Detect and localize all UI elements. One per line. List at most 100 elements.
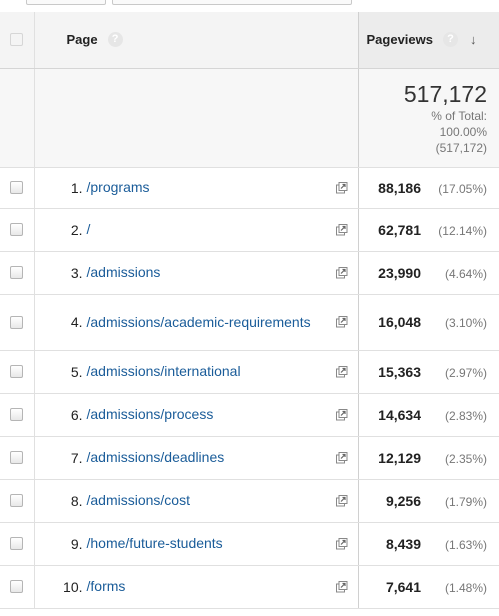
external-link-icon[interactable] bbox=[335, 223, 348, 236]
row-checkbox[interactable] bbox=[10, 365, 24, 378]
page-cell: 5./admissions/international bbox=[34, 350, 358, 394]
row-checkbox[interactable] bbox=[10, 580, 24, 593]
pageviews-percent: (1.48%) bbox=[444, 580, 487, 595]
pages-report-table: Page ? Pageviews ? ↓ 517,172 % of Total:… bbox=[0, 12, 499, 609]
pageviews-percent: (3.10%) bbox=[444, 316, 487, 330]
row-checkbox-cell bbox=[0, 350, 35, 394]
pageviews-percent: (2.97%) bbox=[444, 365, 487, 380]
row-rank: 3. bbox=[70, 264, 83, 281]
row-checkbox-cell bbox=[0, 522, 35, 566]
external-link-icon[interactable] bbox=[335, 537, 348, 550]
row-checkbox[interactable] bbox=[10, 408, 24, 421]
row-rank: 8. bbox=[70, 492, 83, 509]
page-path-link[interactable]: /admissions/cost bbox=[87, 492, 328, 509]
page-path-link[interactable]: /admissions/process bbox=[87, 406, 328, 423]
row-checkbox[interactable] bbox=[10, 315, 24, 329]
sort-descending-icon[interactable]: ↓ bbox=[470, 32, 477, 47]
page-path-link[interactable]: /home/future-students bbox=[87, 535, 328, 552]
row-checkbox-cell bbox=[0, 393, 35, 437]
totals-page-cell bbox=[34, 68, 358, 168]
pageviews-value: 15,363 bbox=[378, 363, 421, 380]
page-cell: 1./programs bbox=[34, 167, 358, 209]
table-row: 9./home/future-students 8,439 (1.63%) bbox=[0, 522, 499, 566]
pageviews-value: 9,256 bbox=[385, 492, 421, 509]
page-cell: 3./admissions bbox=[34, 251, 358, 295]
row-rank: 1. bbox=[70, 179, 83, 196]
row-rank: 9. bbox=[70, 535, 83, 552]
pageviews-percent: (2.35%) bbox=[444, 451, 487, 466]
external-link-icon[interactable] bbox=[335, 181, 348, 194]
page-path-link[interactable]: / bbox=[87, 221, 328, 238]
select-all-checkbox[interactable] bbox=[10, 33, 24, 47]
external-link-icon[interactable] bbox=[335, 365, 348, 378]
row-checkbox[interactable] bbox=[10, 181, 24, 194]
row-checkbox-cell bbox=[0, 208, 35, 252]
totals-row: 517,172 % of Total: 100.00% (517,172) bbox=[0, 68, 499, 168]
pageviews-percent: (12.14%) bbox=[438, 223, 487, 238]
row-checkbox-cell bbox=[0, 479, 35, 523]
external-link-icon[interactable] bbox=[335, 408, 348, 421]
table-row: 1./programs 88,186 (17.05%) bbox=[0, 167, 499, 209]
row-checkbox[interactable] bbox=[10, 494, 24, 507]
page-path-link[interactable]: /admissions/deadlines bbox=[87, 449, 328, 466]
table-row: 7./admissions/deadlines 12,129 (2.35%) bbox=[0, 436, 499, 480]
pageviews-value: 88,186 bbox=[378, 179, 421, 196]
page-cell: 10./forms bbox=[34, 565, 358, 609]
pageviews-percent: (17.05%) bbox=[438, 181, 487, 196]
pageviews-value: 12,129 bbox=[378, 449, 421, 466]
external-link-icon[interactable] bbox=[335, 494, 348, 507]
row-rank: 2. bbox=[70, 221, 83, 238]
pageviews-cell: 7,641 (1.48%) bbox=[357, 565, 499, 609]
row-checkbox-cell bbox=[0, 565, 35, 609]
totals-checkbox-cell bbox=[0, 68, 35, 168]
pageviews-cell: 9,256 (1.79%) bbox=[357, 479, 499, 523]
table-row: 4./admissions/academic-requirements 16,04… bbox=[0, 294, 499, 351]
row-checkbox[interactable] bbox=[10, 537, 24, 550]
percent-of-total-label: % of Total: bbox=[431, 108, 487, 123]
pageviews-value: 7,641 bbox=[385, 578, 421, 595]
pageviews-cell: 16,048 (3.10%) bbox=[357, 294, 499, 351]
pageviews-percent: (1.63%) bbox=[444, 537, 487, 552]
table-row: 5./admissions/international 15,363 (2.97%) bbox=[0, 350, 499, 394]
pageviews-cell: 62,781 (12.14%) bbox=[357, 208, 499, 252]
toolbar-button[interactable] bbox=[26, 0, 106, 5]
pageviews-value: 23,990 bbox=[378, 264, 421, 281]
external-link-icon[interactable] bbox=[335, 266, 348, 279]
page-path-link[interactable]: /programs bbox=[87, 179, 328, 196]
toolbar-strip bbox=[0, 0, 499, 6]
percent-of-total-count: (517,172) bbox=[435, 140, 487, 155]
help-icon[interactable]: ? bbox=[443, 32, 458, 48]
pageviews-cell: 88,186 (17.05%) bbox=[357, 167, 499, 209]
page-column-header[interactable]: Page ? bbox=[34, 12, 358, 69]
table-row: 10./forms 7,641 (1.48%) bbox=[0, 565, 499, 609]
table-row: 2./ 62,781 (12.14%) bbox=[0, 208, 499, 252]
row-checkbox[interactable] bbox=[10, 266, 24, 279]
row-checkbox[interactable] bbox=[10, 451, 24, 464]
external-link-icon[interactable] bbox=[335, 316, 348, 329]
external-link-icon[interactable] bbox=[335, 451, 348, 464]
page-path-link[interactable]: /admissions/international bbox=[87, 363, 328, 380]
pageviews-percent: (1.79%) bbox=[444, 494, 487, 509]
table-row: 6./admissions/process 14,634 (2.83%) bbox=[0, 393, 499, 437]
help-icon[interactable]: ? bbox=[107, 32, 123, 48]
external-link-icon[interactable] bbox=[335, 580, 348, 593]
page-cell: 4./admissions/academic-requirements bbox=[34, 294, 358, 351]
page-path-link[interactable]: /admissions bbox=[87, 264, 328, 281]
pageviews-cell: 14,634 (2.83%) bbox=[357, 393, 499, 437]
table-row: 3./admissions 23,990 (4.64%) bbox=[0, 251, 499, 295]
row-checkbox-cell bbox=[0, 167, 35, 209]
table-header-row: Page ? Pageviews ? ↓ bbox=[0, 12, 499, 69]
toolbar-dropdown[interactable] bbox=[112, 0, 352, 5]
pageviews-value: 8,439 bbox=[385, 535, 421, 552]
pageviews-column-label: Pageviews bbox=[366, 32, 434, 48]
page-cell: 7./admissions/deadlines bbox=[34, 436, 358, 480]
row-rank: 6. bbox=[70, 406, 83, 423]
pageviews-column-header[interactable]: Pageviews ? ↓ bbox=[357, 12, 499, 69]
page-path-link[interactable]: /forms bbox=[87, 578, 328, 595]
row-checkbox[interactable] bbox=[10, 223, 24, 236]
page-path-link[interactable]: /admissions/academic-requirements bbox=[87, 314, 328, 331]
row-checkbox-cell bbox=[0, 251, 35, 295]
pageviews-cell: 23,990 (4.64%) bbox=[357, 251, 499, 295]
page-column-label: Page bbox=[66, 32, 98, 48]
pageviews-cell: 12,129 (2.35%) bbox=[357, 436, 499, 480]
